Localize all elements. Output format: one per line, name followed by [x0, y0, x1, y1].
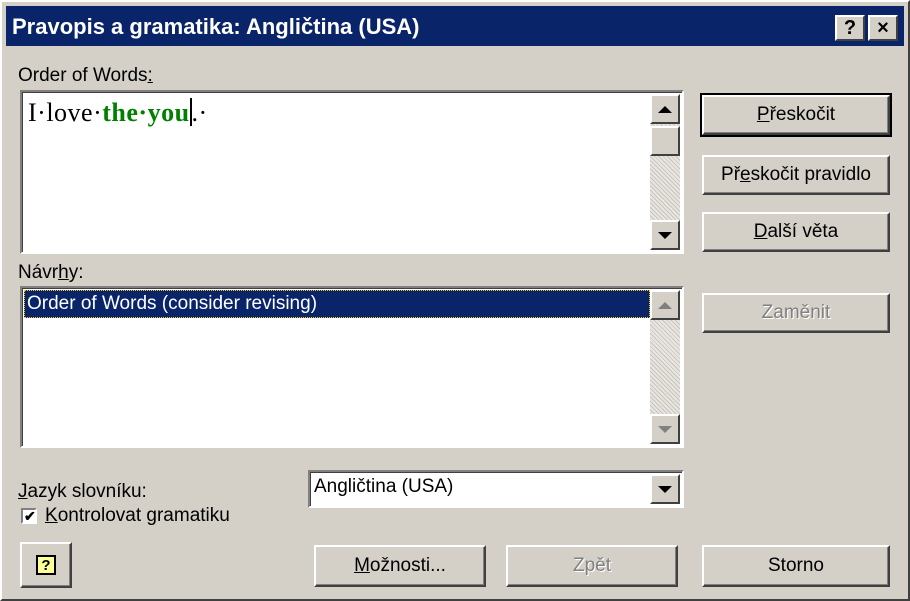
suggestions-scrollbar [650, 290, 680, 444]
help-button[interactable]: ? [20, 542, 72, 588]
next-sentence-button[interactable]: Další věta [702, 212, 890, 252]
grammar-check-checkbox[interactable]: ✔ [21, 508, 37, 524]
grammar-check-label: Kontrolovat gramatiku [45, 505, 230, 526]
title-help-button[interactable]: ? [835, 15, 865, 41]
dictionary-language-label: Jazyk slovníku: [18, 481, 147, 502]
dropdown-button[interactable] [650, 474, 680, 504]
sentence-scrollbar[interactable] [650, 94, 680, 250]
suggestions-list[interactable]: Order of Words (consider revising) [20, 286, 684, 448]
chevron-down-icon [658, 485, 672, 493]
skip-button[interactable]: Přeskočit [700, 93, 892, 137]
scroll-up-button[interactable] [650, 94, 680, 124]
title-close-button[interactable]: × [868, 15, 898, 41]
options-button[interactable]: Možnosti... [314, 545, 486, 587]
scroll-thumb[interactable] [650, 126, 680, 156]
skip-rule-button[interactable]: Př e skočit pravidlo [702, 155, 890, 195]
scroll-up-button [650, 290, 680, 320]
cancel-button[interactable]: Storno [702, 545, 890, 587]
help-question-icon: ? [36, 555, 56, 575]
scroll-down-button[interactable] [650, 220, 680, 250]
sentence-text: I·love·the·you.· [28, 98, 208, 127]
replace-button: Zaměnit [702, 293, 890, 333]
undo-button: Zpět [506, 545, 678, 587]
sentence-textbox[interactable]: I·love·the·you.· [20, 90, 684, 254]
arrow-down-icon [658, 425, 672, 433]
title-bar: Pravopis a gramatika: Angličtina (USA) ?… [6, 6, 904, 46]
spelling-grammar-dialog: Pravopis a gramatika: Angličtina (USA) ?… [0, 0, 910, 601]
checkmark-icon: ✔ [24, 508, 36, 524]
error-type-label: Order of Words: [18, 65, 153, 86]
grammar-error-highlight: the·you [102, 98, 190, 127]
suggestion-item[interactable]: Order of Words (consider revising) [24, 290, 650, 318]
arrow-up-icon [658, 105, 672, 113]
language-select-value: Angličtina (USA) [314, 476, 454, 497]
suggestions-label: Návrhy: [18, 262, 84, 283]
language-select[interactable]: Angličtina (USA) [308, 470, 684, 508]
window-title: Pravopis a gramatika: Angličtina (USA) [12, 14, 420, 39]
scroll-down-button [650, 414, 680, 444]
arrow-up-icon [658, 301, 672, 309]
arrow-down-icon [658, 231, 672, 239]
